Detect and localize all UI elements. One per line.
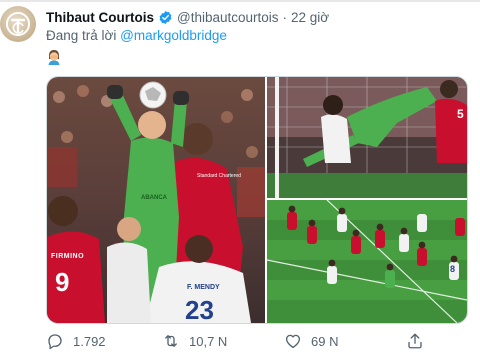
- penalty-area-wide-photo: [267, 200, 467, 323]
- reply-button[interactable]: 1.792: [46, 330, 106, 352]
- reply-count: 1.792: [73, 333, 106, 349]
- timestamp[interactable]: 22 giờ: [291, 10, 329, 25]
- tc-logo-icon: [6, 12, 30, 36]
- verified-badge-icon: [159, 10, 172, 24]
- like-count: 69 N: [311, 333, 339, 349]
- shirt-number-9: 9: [55, 267, 70, 297]
- share-button[interactable]: [406, 330, 433, 352]
- reply-prefix: Đang trả lời: [46, 28, 117, 43]
- tweet-action-bar: 1.792 10,7 N 69 N: [46, 330, 466, 352]
- media-photo-left[interactable]: 9 FIRMINO 23 F. MENDY ABANCA Standard Ch…: [47, 77, 265, 323]
- shirt-number-5: 5: [457, 107, 464, 121]
- top-divider: [0, 0, 480, 2]
- like-icon: [285, 334, 301, 349]
- sponsor-standard-chartered: Standard Chartered: [197, 173, 241, 179]
- sponsor-abanca: ABANCA: [141, 195, 167, 201]
- shirt-number-8: 8: [450, 264, 456, 274]
- share-icon: [408, 333, 422, 349]
- shirt-name-mendy: F. MENDY: [187, 284, 220, 291]
- retweet-icon: [165, 335, 177, 347]
- reply-icon: [48, 334, 62, 350]
- avatar[interactable]: [0, 6, 36, 42]
- reply-mention-link[interactable]: @markgoldbridge: [120, 28, 227, 43]
- shirt-number-23: 23: [185, 295, 214, 323]
- media-photo-top-right[interactable]: 5: [267, 77, 467, 198]
- goalmouth-scramble-photo: [267, 77, 467, 198]
- author-name[interactable]: Thibaut Courtois: [46, 10, 154, 25]
- author-handle[interactable]: @thibautcourtois: [177, 10, 279, 25]
- reply-context: Đang trả lời @markgoldbridge: [46, 28, 227, 43]
- shirt-name-firmino: FIRMINO: [51, 253, 85, 260]
- retweet-button[interactable]: 10,7 N: [162, 330, 227, 352]
- woman-facepalming-emoji: [48, 50, 60, 65]
- tweet-media-grid: 9 FIRMINO 23 F. MENDY ABANCA Standard Ch…: [46, 76, 468, 324]
- like-button[interactable]: 69 N: [284, 330, 338, 352]
- retweet-count: 10,7 N: [189, 333, 228, 349]
- tweet-header: Thibaut Courtois @thibautcourtois · 22 g…: [46, 8, 329, 26]
- separator-dot: ·: [282, 9, 288, 25]
- media-photo-bottom-right[interactable]: 8: [267, 200, 467, 323]
